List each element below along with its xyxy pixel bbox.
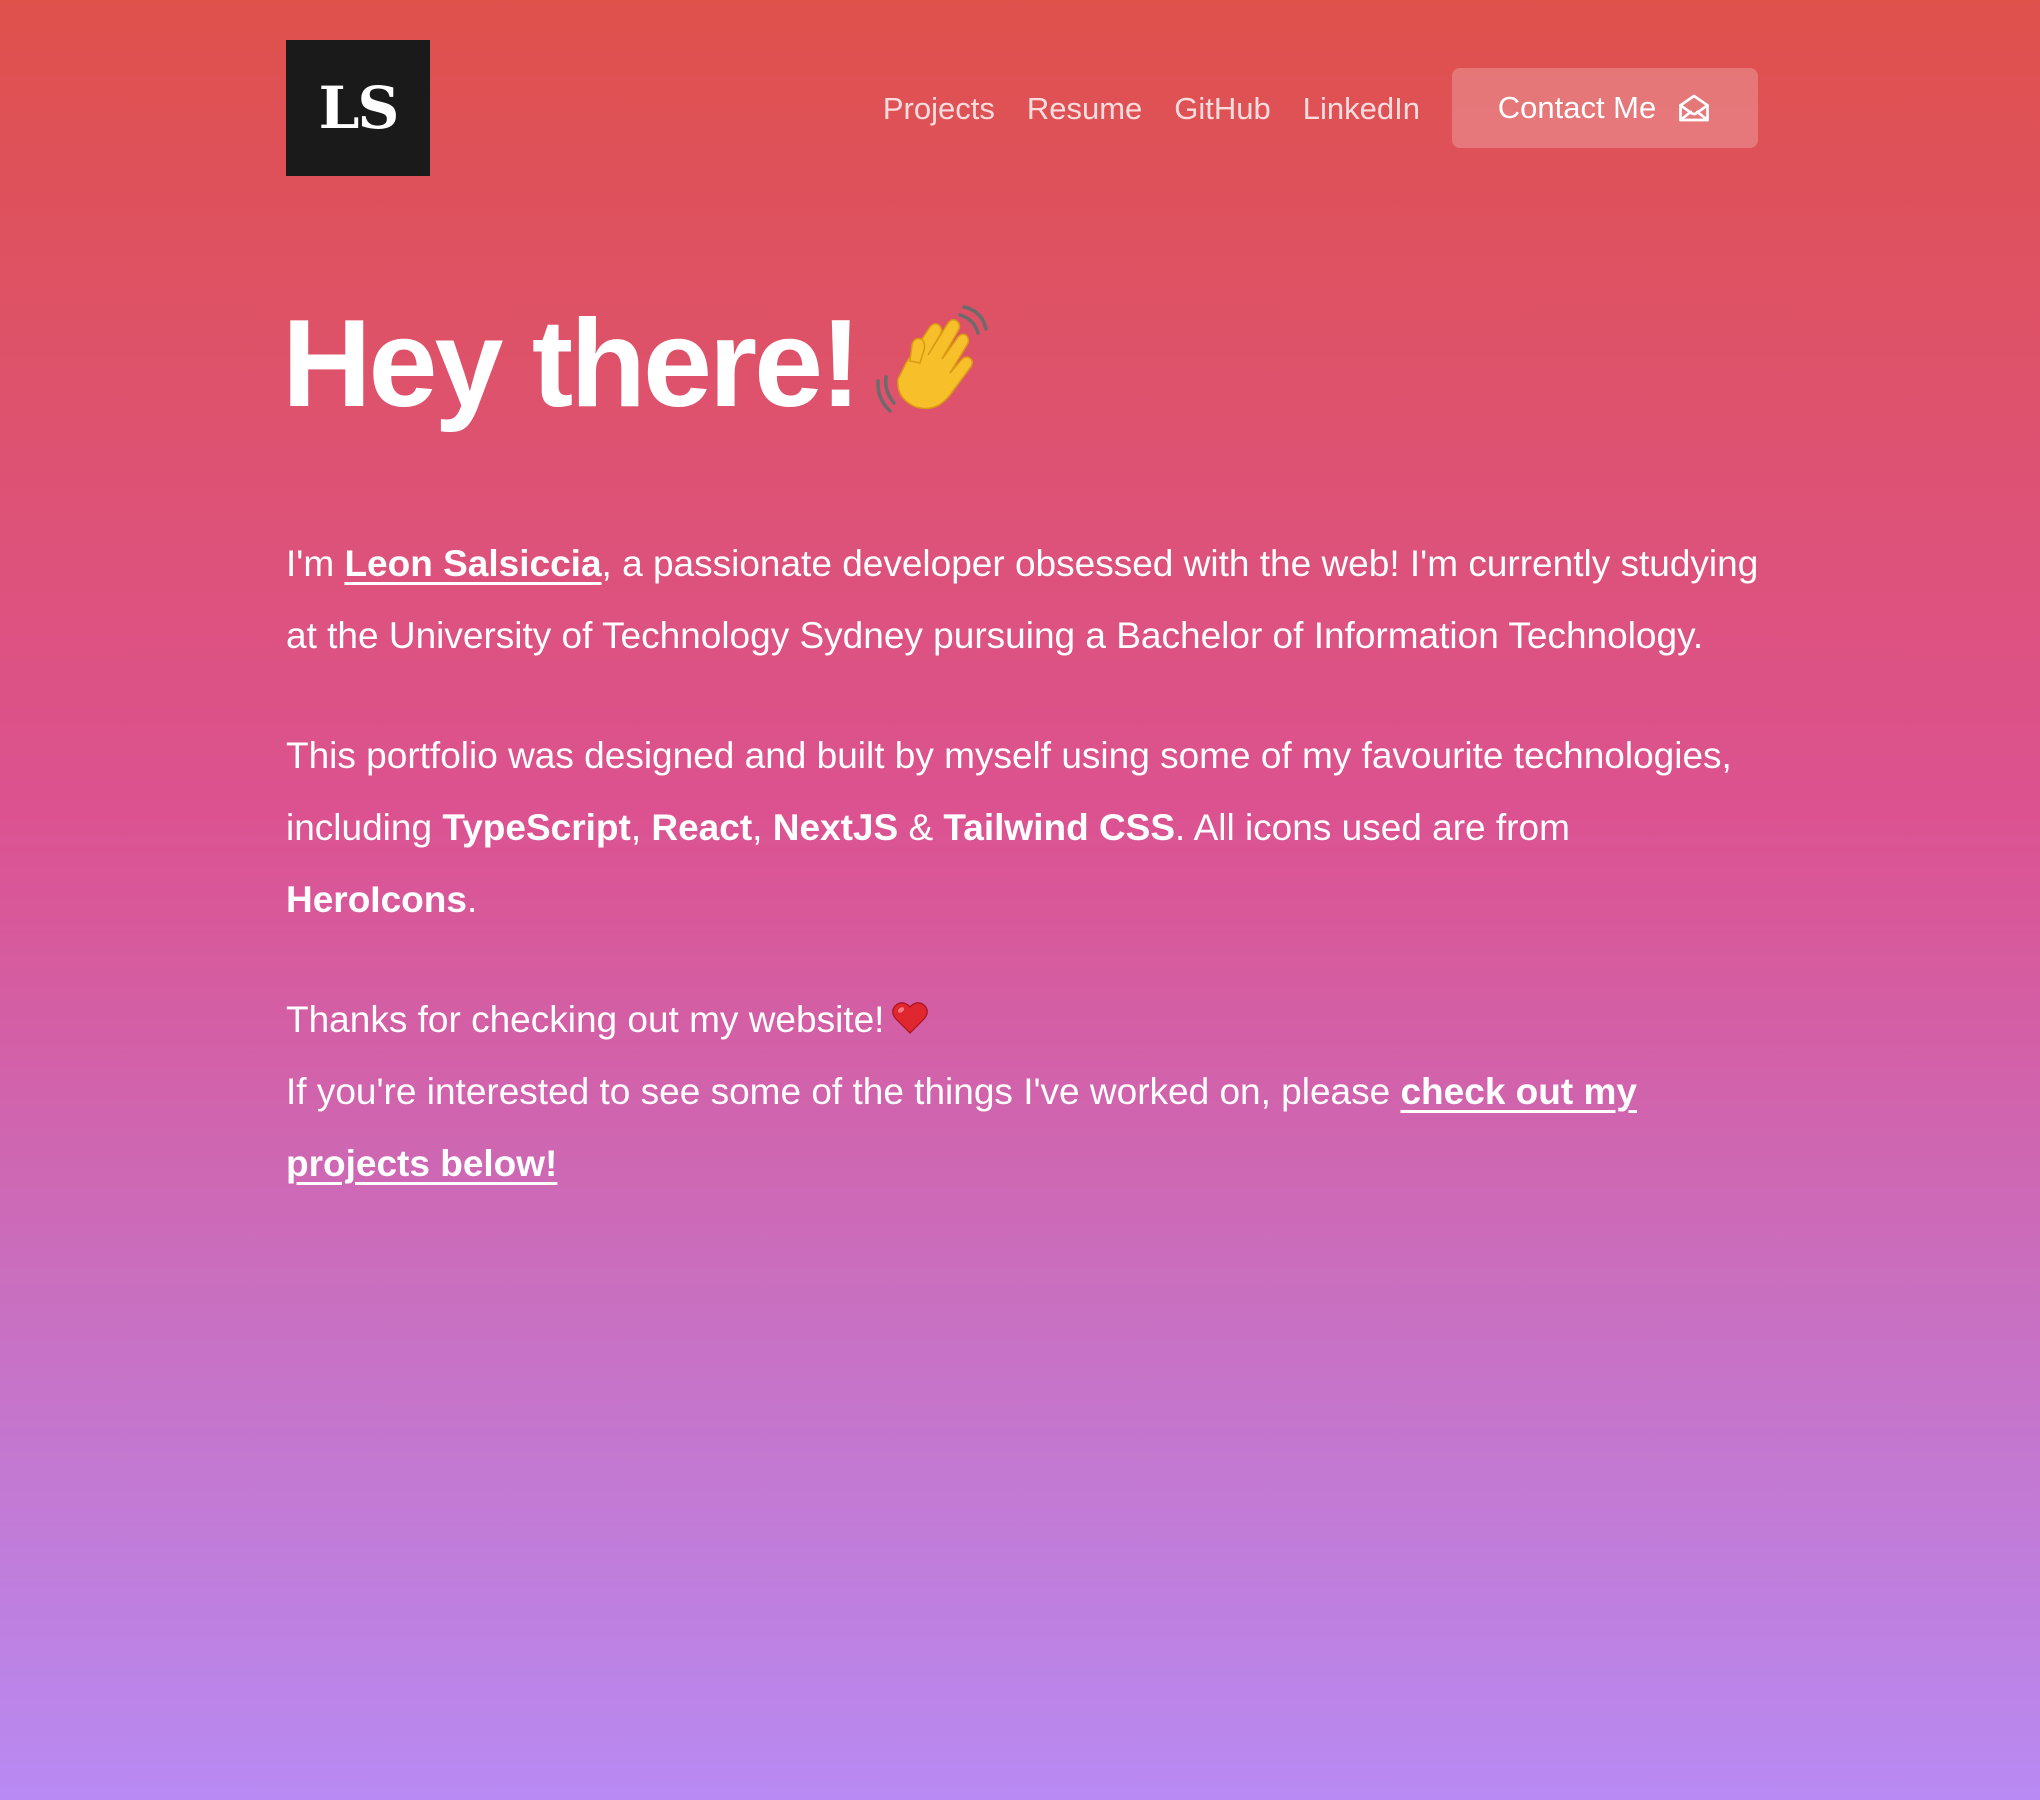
envelope-open-icon <box>1676 90 1712 126</box>
tech-tailwind: Tailwind CSS <box>943 807 1176 848</box>
top-nav: Projects Resume GitHub LinkedIn Contact … <box>883 68 1758 148</box>
tech-heroicons: HeroIcons <box>286 879 467 920</box>
contact-me-button[interactable]: Contact Me <box>1452 68 1758 148</box>
logo-text: LS <box>318 74 400 142</box>
name-link[interactable]: Leon Salsiccia <box>344 543 601 584</box>
nav-projects[interactable]: Projects <box>883 93 995 124</box>
hero-title: Hey there! <box>282 290 992 439</box>
bio-paragraph-tech: This portfolio was designed and built by… <box>286 720 1766 936</box>
projects-prompt-text: If you're interested to see some of the … <box>286 1071 1401 1112</box>
tech-separator: , <box>630 807 652 848</box>
tech-separator: & <box>898 807 944 848</box>
bio-tech-end: . <box>466 879 478 920</box>
bio-intro-prefix: I'm <box>286 543 345 584</box>
bio-tech-mid: . All icons used are from <box>1175 807 1570 848</box>
tech-typescript: TypeScript <box>442 807 631 848</box>
nav-resume[interactable]: Resume <box>1027 93 1142 124</box>
logo[interactable]: LS <box>286 40 430 176</box>
nav-github[interactable]: GitHub <box>1174 93 1270 124</box>
waving-hand-icon <box>872 303 992 423</box>
bio: I'm Leon Salsiccia, a passionate develop… <box>286 528 1766 1200</box>
thanks-text: Thanks for checking out my website! <box>286 999 885 1040</box>
tech-nextjs: NextJS <box>772 807 899 848</box>
heart-icon <box>890 990 930 1034</box>
hero-title-text: Hey there! <box>282 295 861 433</box>
tech-react: React <box>651 807 753 848</box>
bio-paragraph-intro: I'm Leon Salsiccia, a passionate develop… <box>286 528 1766 672</box>
tech-separator: , <box>752 807 773 848</box>
bio-paragraph-thanks: Thanks for checking out my website! If y… <box>286 984 1766 1200</box>
contact-me-label: Contact Me <box>1497 90 1657 125</box>
page-container: LS Projects Resume GitHub LinkedIn Conta… <box>282 0 1758 1800</box>
nav-linkedin[interactable]: LinkedIn <box>1303 93 1420 124</box>
